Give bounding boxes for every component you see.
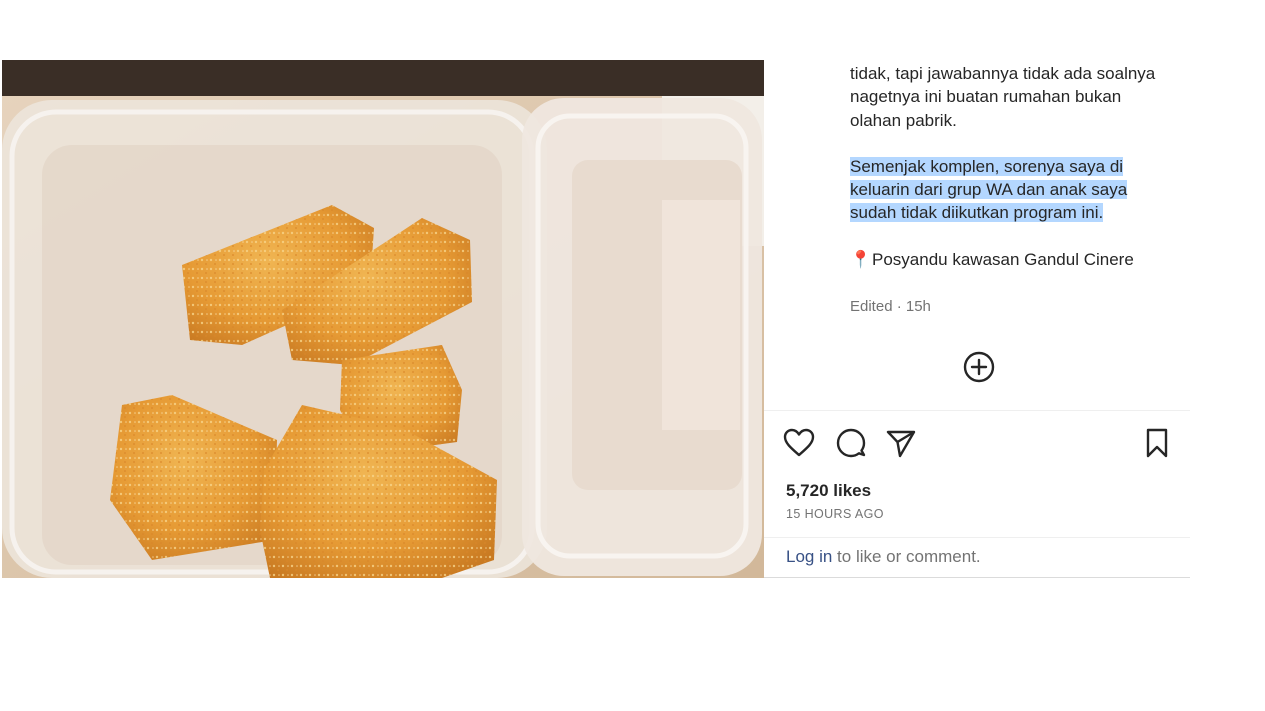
comment-icon[interactable] <box>834 426 868 460</box>
edited-timestamp: Edited · 15h <box>850 298 931 315</box>
heart-icon[interactable] <box>782 426 816 460</box>
caption-location: 📍 Posyandu kawasan Gandul Cinere <box>850 248 1170 271</box>
caption-text: tidak, tapi jawabannya tidak ada soalnya… <box>850 64 1156 130</box>
login-prompt-text: to like or comment. <box>832 547 981 566</box>
post-photo[interactable] <box>2 60 764 578</box>
caption-highlighted-text: Semenjak komplen, sorenya saya di keluar… <box>850 155 1170 225</box>
nuggets-in-container-image <box>2 60 764 578</box>
plus-circle-icon[interactable] <box>962 350 996 384</box>
paper-plane-icon[interactable] <box>884 426 918 460</box>
divider <box>764 410 1190 411</box>
highlighted-line-3: sudah tidak diikutkan program ini. <box>850 203 1104 223</box>
likes-count[interactable]: 5,720 likes <box>786 481 871 501</box>
login-prompt: Log in to like or comment. <box>786 547 981 567</box>
bookmark-icon[interactable] <box>1140 426 1174 460</box>
highlighted-line-1: Semenjak komplen, sorenya saya di <box>850 156 1124 176</box>
location-text: Posyandu kawasan Gandul Cinere <box>872 249 1134 269</box>
instagram-post: tidak, tapi jawabannya tidak ada soalnya… <box>2 60 1190 578</box>
divider <box>764 537 1190 538</box>
post-sidebar: tidak, tapi jawabannya tidak ada soalnya… <box>764 60 1190 578</box>
location-pin-icon: 📍 <box>850 249 872 269</box>
highlighted-line-2: keluarin dari grup WA dan anak saya <box>850 180 1128 200</box>
post-time: 15 HOURS AGO <box>786 507 884 521</box>
post-actions <box>782 426 1176 462</box>
login-link[interactable]: Log in <box>786 547 832 566</box>
post-caption: tidak, tapi jawabannya tidak ada soalnya… <box>850 62 1170 271</box>
